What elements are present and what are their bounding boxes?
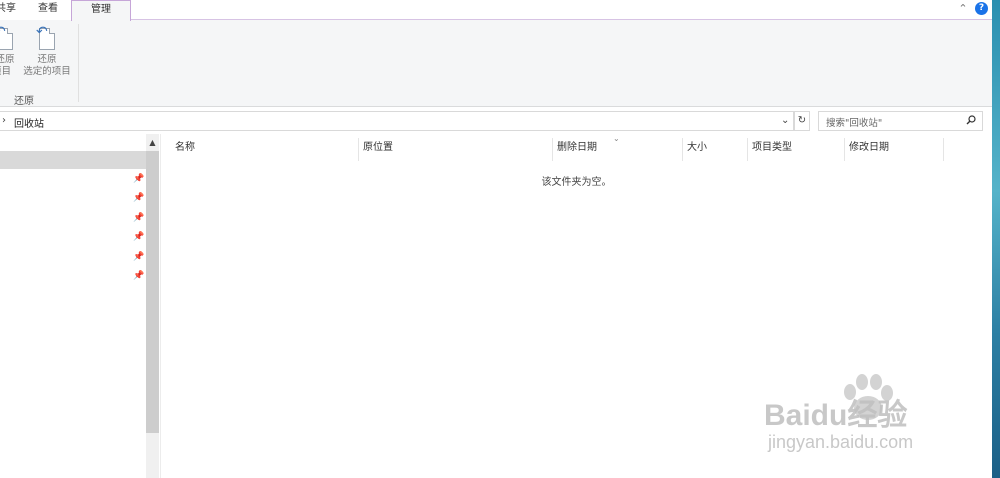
watermark: Baidu经验 jingyan.baidu.com (760, 372, 960, 462)
pin-icon[interactable]: 📌 (133, 174, 144, 186)
ribbon-tab-bar: 共享 查看 管理 ⌃ ? (0, 0, 992, 21)
empty-folder-message: 该文件夹为空。 (541, 177, 612, 188)
scroll-thumb[interactable] (146, 151, 159, 433)
tab-share[interactable]: 共享 (0, 0, 20, 20)
refresh-icon[interactable]: ↻ (794, 111, 810, 131)
ribbon-group-label: 还原 (14, 96, 34, 107)
nav-scrollbar[interactable]: ▲ (146, 134, 159, 478)
restore-all-label-1: 还原 (0, 54, 15, 65)
restore-all-label-2: 所有项目 (0, 66, 11, 77)
pin-icon[interactable]: 📌 (133, 213, 144, 225)
column-header-size[interactable]: 大小 (683, 138, 748, 161)
restore-selected-items-button[interactable]: ↶ 还原 选定的项目 (20, 25, 74, 78)
restore-selected-label-1: 还原 (37, 54, 57, 65)
ribbon-panel: ↶ 还原 所有项目 ↶ 还原 选定的项目 还原 (0, 20, 992, 107)
pin-icon[interactable]: 📌 (133, 193, 144, 205)
pin-icon[interactable]: 📌 (133, 271, 144, 283)
breadcrumb-path[interactable]: 回收站 (14, 115, 44, 130)
search-input[interactable]: 搜索"回收站" (818, 111, 983, 131)
restore-selected-label-2: 选定的项目 (23, 66, 71, 77)
breadcrumb-chevron-icon[interactable]: › (2, 115, 6, 126)
tab-manage[interactable]: 管理 (71, 0, 131, 21)
column-header-item-type[interactable]: 项目类型 (748, 138, 845, 161)
sort-indicator-icon: ⌄ (613, 134, 620, 143)
search-icon[interactable] (966, 115, 976, 125)
address-bar[interactable]: › 回收站 ⌄ (0, 111, 794, 131)
desktop-background (992, 0, 1000, 478)
restore-all-icon: ↶ (0, 26, 16, 52)
watermark-title: Baidu经验 (764, 399, 908, 432)
search-placeholder: 搜索"回收站" (826, 118, 883, 129)
column-header-date-modified[interactable]: 修改日期 (845, 138, 944, 161)
pin-icon[interactable]: 📌 (133, 232, 144, 244)
help-icon[interactable]: ? (975, 2, 988, 15)
nav-selected-item[interactable] (0, 151, 146, 169)
tab-view[interactable]: 查看 (28, 0, 68, 20)
address-dropdown-icon[interactable]: ⌄ (781, 115, 789, 126)
collapse-ribbon-icon[interactable]: ⌃ (956, 2, 970, 16)
scroll-up-icon[interactable]: ▲ (146, 136, 159, 150)
pin-icon[interactable]: 📌 (133, 252, 144, 264)
restore-selected-icon: ↶ (36, 25, 58, 52)
ribbon-group-separator (78, 24, 79, 102)
column-header-name[interactable]: 名称 (171, 138, 359, 161)
column-header-original-location[interactable]: 原位置 (359, 138, 553, 161)
restore-all-items-button[interactable]: ↶ 还原 所有项目 (0, 26, 18, 78)
watermark-url: jingyan.baidu.com (768, 432, 914, 452)
address-row: › 回收站 ⌄ ↻ 搜索"回收站" (0, 107, 992, 134)
navigation-pane: 📌 📌 📌 📌 📌 📌 ▲ (0, 134, 161, 478)
